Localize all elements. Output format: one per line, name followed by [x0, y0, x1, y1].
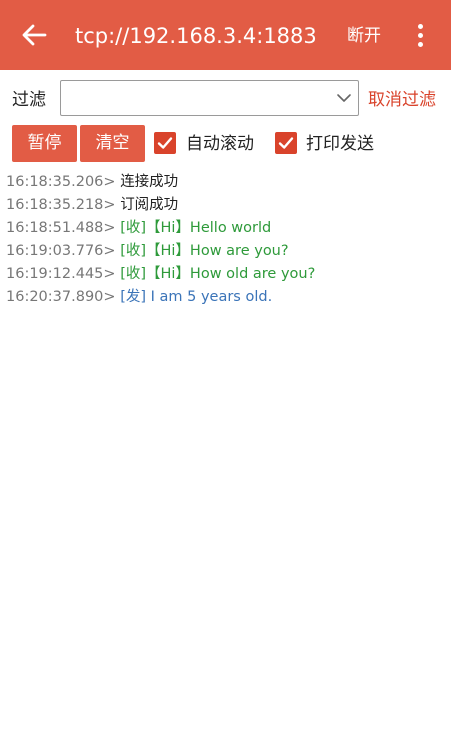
log-separator: > — [103, 197, 116, 213]
cancel-filter-button[interactable]: 取消过滤 — [368, 89, 436, 111]
checkmark-icon — [278, 137, 294, 149]
arrow-left-icon — [22, 24, 47, 46]
log-message-received: [收]【Hi】Hello world — [120, 220, 272, 236]
print-send-label[interactable]: 打印发送 — [306, 133, 374, 155]
log-separator: > — [103, 289, 116, 305]
log-timestamp: 16:19:12.445 — [6, 266, 104, 282]
log-timestamp: 16:18:51.488 — [6, 220, 104, 236]
log-row: 16:19:03.776> [收]【Hi】How are you? — [6, 240, 446, 263]
filter-label: 过滤 — [12, 90, 46, 110]
log-message: 连接成功 — [120, 174, 179, 190]
app-bar: tcp://192.168.3.4:1883 断开 — [0, 0, 451, 70]
disconnect-button[interactable]: 断开 — [347, 25, 381, 47]
checkmark-icon — [157, 137, 173, 149]
mqtt-client-screen: tcp://192.168.3.4:1883 断开 过滤 取消过滤 暂停 清空 … — [0, 0, 451, 749]
log-message: 订阅成功 — [120, 197, 179, 213]
more-options-button[interactable] — [410, 22, 430, 50]
print-send-checkbox[interactable] — [275, 132, 297, 154]
log-timestamp: 16:18:35.206 — [6, 174, 104, 190]
pause-button[interactable]: 暂停 — [12, 125, 77, 162]
auto-scroll-checkbox[interactable] — [154, 132, 176, 154]
log-message-sent: [发] I am 5 years old. — [120, 289, 273, 305]
log-row: 16:18:51.488> [收]【Hi】Hello world — [6, 217, 446, 240]
log-message-received: [收]【Hi】How are you? — [120, 243, 289, 259]
more-vertical-icon — [418, 24, 423, 29]
log-timestamp: 16:20:37.890 — [6, 289, 104, 305]
log-separator: > — [103, 266, 116, 282]
log-separator: > — [103, 220, 116, 236]
log-row: 16:18:35.218> 订阅成功 — [6, 194, 446, 217]
page-title: tcp://192.168.3.4:1883 — [75, 24, 317, 48]
back-button[interactable] — [20, 21, 48, 49]
log-message-received: [收]【Hi】How old are you? — [120, 266, 316, 282]
more-vertical-icon-dot — [418, 42, 423, 47]
clear-button[interactable]: 清空 — [80, 125, 145, 162]
log-separator: > — [103, 174, 116, 190]
message-log: 16:18:35.206> 连接成功 16:18:35.218> 订阅成功 16… — [6, 171, 446, 309]
filter-input[interactable] — [67, 85, 327, 111]
log-row: 16:20:37.890> [发] I am 5 years old. — [6, 286, 446, 309]
filter-combobox[interactable] — [60, 80, 359, 116]
log-timestamp: 16:19:03.776 — [6, 243, 104, 259]
log-separator: > — [103, 243, 116, 259]
chevron-down-icon[interactable] — [336, 90, 352, 106]
more-vertical-icon-dot — [418, 33, 423, 38]
log-row: 16:19:12.445> [收]【Hi】How old are you? — [6, 263, 446, 286]
auto-scroll-label[interactable]: 自动滚动 — [186, 133, 254, 155]
log-row: 16:18:35.206> 连接成功 — [6, 171, 446, 194]
log-timestamp: 16:18:35.218 — [6, 197, 104, 213]
